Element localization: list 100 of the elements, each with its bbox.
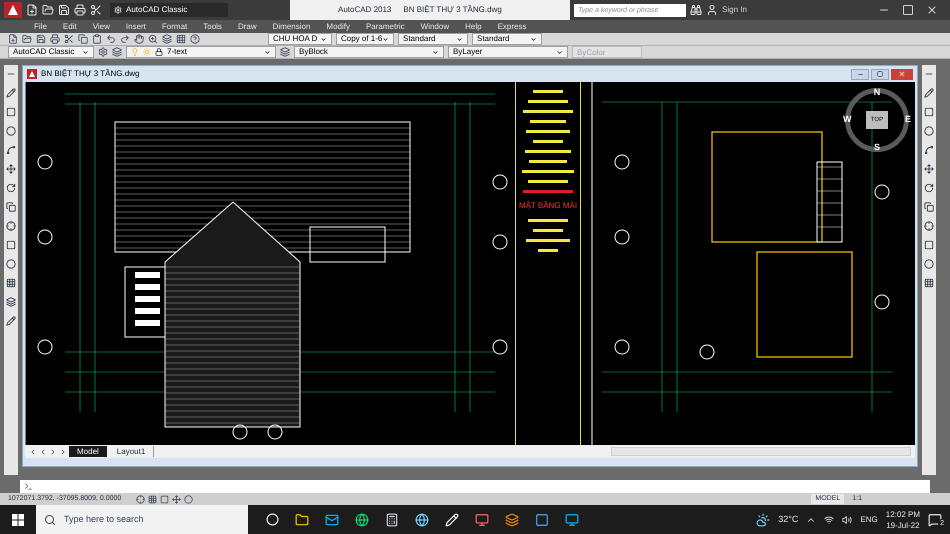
undo-icon[interactable] — [106, 34, 116, 44]
settings-icon[interactable] — [98, 47, 108, 57]
rotate-icon[interactable] — [924, 183, 934, 193]
close-icon[interactable] — [926, 4, 938, 16]
ellipse-icon[interactable] — [924, 259, 934, 269]
menu-item[interactable]: Window — [420, 20, 450, 32]
task-view-icon[interactable] — [266, 513, 279, 526]
workspace-dropdown[interactable]: AutoCAD Classic — [8, 46, 94, 58]
folder-icon[interactable] — [295, 512, 309, 526]
temperature-text[interactable]: 32°C — [778, 512, 798, 526]
drafting-toggle-icon[interactable] — [160, 494, 169, 504]
multileader-style-dropdown[interactable]: Standard — [472, 33, 542, 45]
menu-item[interactable]: Dimension — [272, 20, 310, 32]
help-icon[interactable] — [190, 34, 200, 44]
close-button[interactable] — [891, 68, 913, 80]
menu-item[interactable]: Format — [162, 20, 188, 32]
horizontal-scrollbar[interactable] — [611, 447, 911, 456]
copy-icon[interactable] — [6, 202, 16, 212]
ellipse-icon[interactable] — [6, 259, 16, 269]
zoom-icon[interactable] — [148, 34, 158, 44]
mail-icon[interactable] — [325, 512, 339, 526]
next-tab-icon[interactable] — [49, 448, 57, 456]
stack-icon[interactable] — [505, 512, 519, 526]
new-file-icon[interactable] — [8, 34, 18, 44]
menu-item[interactable]: Tools — [203, 20, 222, 32]
cut-icon[interactable] — [64, 34, 74, 44]
move-icon[interactable] — [924, 164, 934, 174]
pencil-icon[interactable] — [924, 88, 934, 98]
rectangle-icon[interactable] — [6, 107, 16, 117]
pen-icon[interactable] — [445, 512, 459, 526]
copy-icon[interactable] — [924, 202, 934, 212]
move-icon[interactable] — [6, 164, 16, 174]
color-dropdown[interactable]: ByBlock — [294, 46, 444, 58]
drafting-toggle-icon[interactable] — [148, 494, 157, 504]
linetype-dropdown[interactable]: ByLayer — [448, 46, 568, 58]
speaker-icon[interactable] — [842, 514, 852, 524]
title-block-text-bar — [526, 239, 570, 242]
drafting-toggle-icon[interactable] — [184, 494, 193, 504]
sign-in-link[interactable]: Sign In — [722, 4, 747, 16]
first-tab-icon[interactable] — [29, 448, 37, 456]
table-style-dropdown[interactable]: Standard — [398, 33, 468, 45]
menu-item[interactable]: Draw — [238, 20, 257, 32]
drafting-toggle-icon[interactable] — [172, 494, 181, 504]
browser-icon[interactable] — [355, 512, 369, 526]
notification-icon[interactable] — [928, 512, 942, 526]
layout-tab[interactable]: Model — [69, 446, 107, 457]
copy-icon[interactable] — [78, 34, 88, 44]
monitor-icon[interactable] — [475, 512, 489, 526]
menu-item[interactable]: Parametric — [366, 20, 405, 32]
layers-icon[interactable] — [162, 34, 172, 44]
layer-dropdown[interactable]: 7-text — [126, 46, 276, 58]
layers-icon[interactable] — [112, 47, 122, 57]
wifi-icon[interactable] — [824, 514, 834, 524]
menu-item[interactable]: Edit — [62, 20, 77, 32]
menu-item[interactable]: View — [92, 20, 110, 32]
grid-icon[interactable] — [176, 34, 186, 44]
menu-item[interactable]: Insert — [126, 20, 146, 32]
previous-tab-icon[interactable] — [39, 448, 47, 456]
calculator-icon[interactable] — [385, 512, 399, 526]
paste-icon[interactable] — [92, 34, 102, 44]
text-style-dropdown[interactable]: CHU HOA D — [268, 33, 332, 45]
spline-icon[interactable] — [924, 145, 934, 155]
taskbar-search-field[interactable]: Type here to search — [36, 505, 248, 534]
rotate-icon[interactable] — [6, 183, 16, 193]
language-indicator[interactable]: ENG — [860, 514, 878, 526]
windows-start-icon[interactable] — [12, 514, 24, 526]
dimension-style-dropdown[interactable]: Copy of 1-6 — [336, 33, 394, 45]
west-label: W — [843, 113, 852, 126]
circle-icon[interactable] — [924, 126, 934, 136]
layer-state-icon[interactable] — [280, 47, 290, 57]
title-block-text-bar — [523, 110, 573, 113]
last-tab-icon[interactable] — [59, 448, 67, 456]
maximize-icon[interactable] — [902, 4, 914, 16]
clock-date[interactable]: 19-Jul-22 — [886, 520, 920, 530]
crosshair-icon[interactable] — [6, 221, 16, 231]
open-folder-icon[interactable] — [22, 34, 32, 44]
spline-icon[interactable] — [6, 145, 16, 155]
workspace-dropdown[interactable]: AutoCAD Classic — [110, 3, 228, 17]
globe-icon[interactable] — [415, 512, 429, 526]
save-icon[interactable] — [36, 34, 46, 44]
redo-icon[interactable] — [120, 34, 130, 44]
app-logo-icon[interactable] — [4, 2, 22, 18]
menu-item[interactable]: Express — [498, 20, 526, 32]
rectangle-icon[interactable] — [924, 107, 934, 117]
pencil-icon[interactable] — [6, 88, 16, 98]
menu-item[interactable]: Help — [465, 20, 482, 32]
crosshair-icon[interactable] — [924, 221, 934, 231]
menu-item[interactable]: File — [34, 20, 47, 32]
restore-button[interactable] — [871, 68, 889, 80]
binoculars-icon[interactable] — [690, 4, 702, 16]
weather-icon[interactable] — [756, 512, 770, 526]
menu-item[interactable]: Modify — [326, 20, 350, 32]
user-icon[interactable] — [706, 4, 718, 16]
clock-time[interactable]: 12:02 PM — [886, 508, 920, 520]
print-icon[interactable] — [50, 34, 60, 44]
cut-icon[interactable] — [90, 4, 102, 16]
pan-hand-icon[interactable] — [134, 34, 144, 44]
print-icon[interactable] — [74, 4, 86, 16]
drafting-toggle-icon[interactable] — [136, 494, 145, 504]
circle-icon[interactable] — [6, 126, 16, 136]
